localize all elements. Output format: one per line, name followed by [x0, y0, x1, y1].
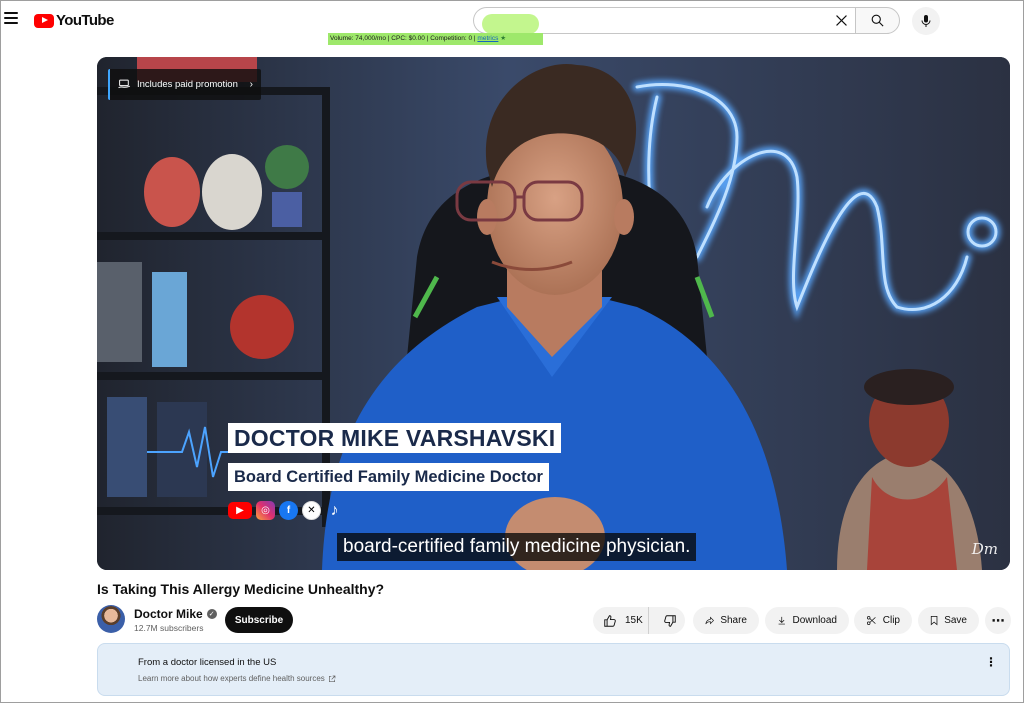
search-button[interactable]: [855, 7, 900, 34]
subscribe-button[interactable]: Subscribe: [225, 607, 293, 633]
external-link-icon: [328, 675, 336, 682]
voice-search-button[interactable]: [912, 7, 940, 35]
thumbs-up-icon: [604, 614, 616, 627]
share-button[interactable]: Share: [693, 607, 759, 634]
save-label: Save: [944, 615, 967, 626]
more-horizontal-icon: ⋯: [991, 612, 1005, 628]
star-icon[interactable]: ★: [500, 35, 506, 42]
youtube-icon: ▶: [228, 502, 252, 519]
logo-text: YouTube: [56, 12, 114, 29]
scissors-icon: [866, 616, 876, 625]
chevron-right-icon: ›: [249, 79, 253, 90]
health-source-panel: From a doctor licensed in the US Learn m…: [97, 643, 1010, 696]
lower-third-name: DOCTOR MIKE VARSHAVSKI: [228, 423, 562, 453]
facebook-icon: f: [279, 501, 298, 520]
seo-metrics-link[interactable]: metrics: [477, 35, 498, 42]
clip-label: Clip: [882, 615, 900, 626]
health-source-link[interactable]: Learn more about how experts define heal…: [138, 674, 336, 683]
video-title: Is Taking This Allergy Medicine Unhealth…: [97, 581, 385, 597]
verified-check-icon: ✓: [206, 609, 217, 619]
lower-third-title: Board Certified Family Medicine Doctor: [228, 463, 549, 491]
paid-promotion-badge[interactable]: Includes paid promotion ›: [108, 69, 261, 100]
clear-search-icon[interactable]: [833, 12, 850, 29]
clip-button[interactable]: Clip: [854, 607, 912, 634]
share-arrow-icon: [705, 616, 714, 625]
share-label: Share: [720, 615, 747, 626]
like-count: 15K: [625, 615, 643, 626]
watermark-signature: Dm: [971, 540, 998, 558]
closed-caption: board-certified family medicine physicia…: [337, 533, 697, 561]
like-button[interactable]: 15K: [593, 607, 649, 634]
video-player[interactable]: Includes paid promotion › DOCTOR MIKE VA…: [97, 57, 1010, 570]
save-button[interactable]: Save: [918, 607, 979, 634]
like-dislike-group: 15K: [593, 607, 685, 634]
download-label: Download: [792, 615, 837, 626]
extension-highlight: [482, 14, 539, 34]
channel-name-row[interactable]: Doctor Mike ✓: [134, 607, 217, 621]
instagram-icon: ◎: [256, 501, 275, 520]
seo-metrics-text: Volume: 74,000/mo | CPC: $0.00 | Competi…: [330, 35, 478, 42]
youtube-logo[interactable]: YouTube: [34, 12, 114, 29]
microphone-icon: [921, 15, 931, 27]
dislike-button[interactable]: [655, 607, 685, 634]
health-source-title: From a doctor licensed in the US: [138, 657, 277, 668]
social-icons: ▶ ◎ f ✕ ♪: [228, 501, 344, 520]
download-icon: [778, 616, 785, 625]
thumbs-down-icon: [664, 614, 676, 627]
video-frame-illustration: [97, 57, 1010, 570]
channel-name[interactable]: Doctor Mike: [134, 607, 203, 621]
hand-money-icon: [118, 79, 131, 89]
more-vertical-icon[interactable]: ⋮: [985, 656, 997, 668]
x-icon: ✕: [302, 501, 321, 520]
hamburger-menu-icon[interactable]: [4, 12, 18, 24]
search-icon: [871, 14, 884, 27]
subscriber-count: 12.7M subscribers: [134, 623, 204, 633]
paid-promotion-label: Includes paid promotion: [137, 79, 238, 90]
more-actions-button[interactable]: ⋯: [985, 607, 1011, 634]
bookmark-icon: [930, 616, 938, 626]
youtube-play-icon: [34, 13, 54, 28]
download-button[interactable]: Download: [765, 607, 849, 634]
tiktok-icon: ♪: [330, 501, 339, 519]
channel-avatar[interactable]: [97, 605, 125, 633]
health-source-link-text[interactable]: Learn more about how experts define heal…: [138, 674, 325, 683]
seo-extension-bar: Volume: 74,000/mo | CPC: $0.00 | Competi…: [328, 33, 543, 45]
